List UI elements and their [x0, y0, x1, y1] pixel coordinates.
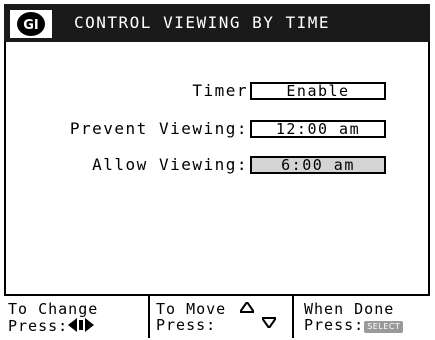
gi-logo-icon: GI: [17, 12, 45, 36]
change-line2: Press:: [8, 317, 69, 335]
down-arrow-icon: [260, 316, 278, 331]
footer-move-hint: To Move Press:: [156, 296, 296, 338]
footer-divider: [292, 296, 294, 338]
timer-label: Timer: [192, 81, 248, 100]
allow-viewing-field[interactable]: 6:00 am: [250, 156, 386, 174]
header-bar: GI CONTROL VIEWING BY TIME: [4, 4, 430, 42]
page-title: CONTROL VIEWING BY TIME: [74, 13, 331, 32]
logo-text: GI: [23, 18, 39, 33]
gi-logo: GI: [10, 10, 52, 38]
prevent-viewing-field[interactable]: 12:00 am: [250, 120, 386, 138]
control-viewing-screen: GI CONTROL VIEWING BY TIME Timer Enable …: [0, 0, 435, 340]
left-right-arrows-icon: [68, 318, 95, 335]
up-arrow-icon: [238, 300, 257, 317]
footer-change-hint: To Change Press:: [8, 296, 148, 338]
change-line1: To Change: [8, 300, 99, 318]
footer-divider: [148, 296, 150, 338]
prevent-viewing-label: Prevent Viewing:: [69, 119, 248, 138]
done-line2: Press:: [304, 316, 365, 334]
footer-done-hint: When Done Press: SELECT: [304, 296, 430, 338]
move-line2: Press:: [156, 316, 217, 334]
footer-help-bar: To Change Press: To Move Press: When Don…: [4, 294, 430, 338]
allow-viewing-label: Allow Viewing:: [92, 155, 248, 174]
timer-field[interactable]: Enable: [250, 82, 386, 100]
select-key-icon: SELECT: [364, 320, 404, 333]
